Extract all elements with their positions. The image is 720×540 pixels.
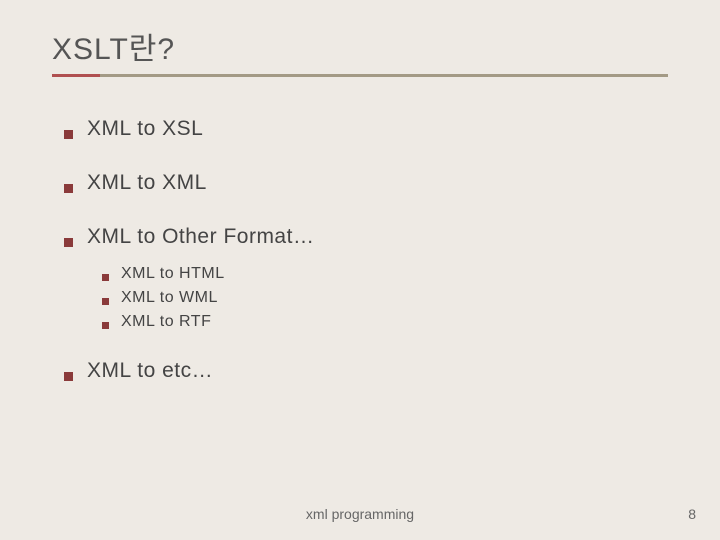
page-number: 8 bbox=[688, 506, 696, 522]
bullet-icon bbox=[102, 298, 109, 305]
sub-list: XML to HTML XML to WML XML to RTF bbox=[64, 265, 668, 331]
list-item-label: XML to HTML bbox=[121, 265, 225, 283]
slide: XSLT란? XML to XSL XML to XML XML to Othe… bbox=[0, 0, 720, 540]
slide-title: XSLT란? bbox=[52, 24, 668, 74]
list-item: XML to Other Format… bbox=[64, 225, 668, 249]
list-item-label: XML to Other Format… bbox=[87, 225, 314, 249]
list-item-label: XML to XSL bbox=[87, 117, 203, 141]
bullet-icon bbox=[102, 322, 109, 329]
bullet-icon bbox=[64, 184, 73, 193]
title-block: XSLT란? bbox=[52, 24, 668, 77]
list-item-label: XML to WML bbox=[121, 289, 218, 307]
title-underline bbox=[52, 74, 668, 77]
list-item: XML to HTML bbox=[102, 265, 668, 283]
list-item-label: XML to XML bbox=[87, 171, 207, 195]
list-item-label: XML to etc… bbox=[87, 359, 213, 383]
bullet-icon bbox=[64, 238, 73, 247]
bullet-icon bbox=[64, 130, 73, 139]
bullet-icon bbox=[102, 274, 109, 281]
list-item: XML to etc… bbox=[64, 359, 668, 383]
title-underline-accent bbox=[52, 74, 100, 77]
footer-text: xml programming bbox=[0, 506, 720, 522]
list-item: XML to XML bbox=[64, 171, 668, 195]
bullet-icon bbox=[64, 372, 73, 381]
list-item: XML to RTF bbox=[102, 313, 668, 331]
list-item-label: XML to RTF bbox=[121, 313, 211, 331]
list-item: XML to WML bbox=[102, 289, 668, 307]
content: XML to XSL XML to XML XML to Other Forma… bbox=[52, 87, 668, 383]
list-item: XML to XSL bbox=[64, 117, 668, 141]
